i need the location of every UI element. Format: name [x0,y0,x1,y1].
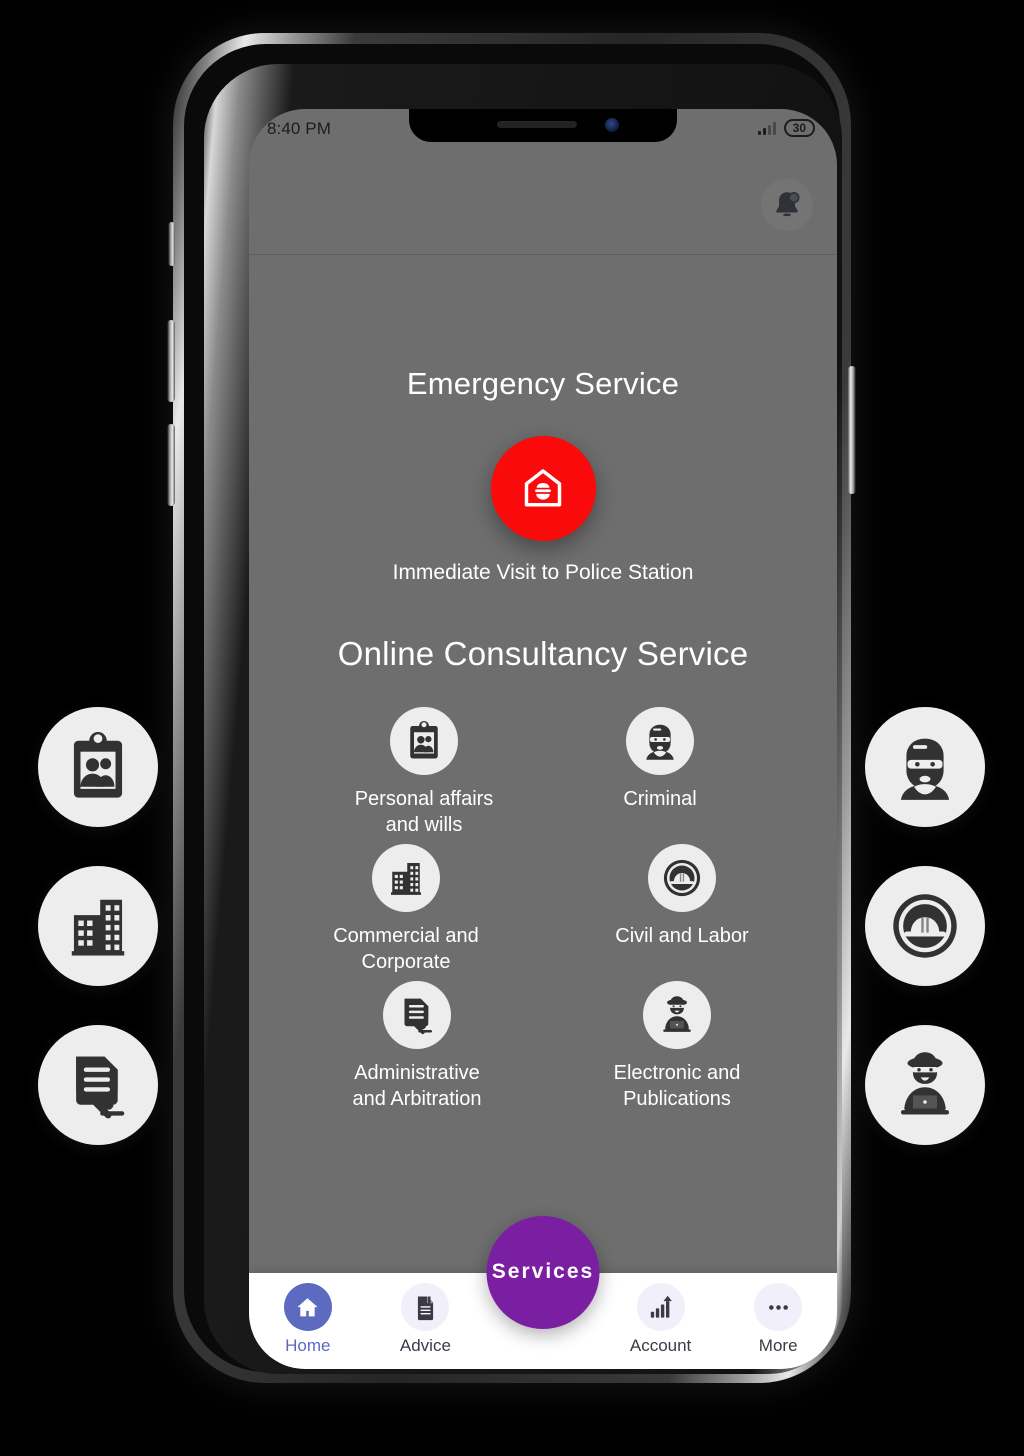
screenshot-stage: 8:40 PM 30 Emergency Service Immediate V… [0,0,1024,1456]
hard-hat-icon [662,858,702,898]
service-item-personal-affairs-and-wills[interactable]: Personal affairs and wills [267,707,543,838]
hacker-laptop-icon [890,1050,960,1120]
service-item-administrative-and-arbitration[interactable]: Administrative and Arbitration [267,981,543,1112]
callout-left-1 [38,707,158,827]
emergency-call-button[interactable] [490,436,596,541]
service-label: Criminal [623,788,697,810]
service-icon-wrapper [626,707,694,775]
phone-notch [409,109,677,142]
service-label: Civil and Labor [615,925,749,948]
service-label: Personal affairs and wills [354,788,494,836]
earpiece-speaker [497,121,577,128]
service-icon-wrapper [390,707,458,775]
service-item-civil-and-labor[interactable]: Civil and Labor [543,844,819,975]
battery-icon: 30 [783,119,815,137]
power-button[interactable] [848,366,856,494]
hard-hat-icon [890,891,960,961]
nav-label: Account [629,1336,692,1355]
bar-chart-arrow-icon [647,1294,674,1321]
notification-button[interactable] [761,178,813,231]
document-gavel-icon [397,995,437,1035]
app-bar [249,155,837,255]
masked-criminal-icon [890,732,960,802]
phone-screen: 8:40 PM 30 Emergency Service Immediate V… [249,109,837,1369]
phone-inner-frame: 8:40 PM 30 Emergency Service Immediate V… [184,44,842,1374]
nav-icon-wrapper [283,1283,332,1331]
service-icon-wrapper [372,844,440,913]
phone-frame: 8:40 PM 30 Emergency Service Immediate V… [173,33,851,1383]
service-item-electronic-and-publications[interactable]: Electronic and Publications [543,981,819,1112]
document-gavel-icon [63,1050,133,1120]
office-buildings-icon [63,891,133,961]
clipboard-people-icon [404,721,444,761]
signal-bars-icon [757,121,776,135]
phone-bezel: 8:40 PM 30 Emergency Service Immediate V… [204,64,842,1374]
service-icon-wrapper [643,981,711,1050]
service-label: Commercial and Corporate [333,925,479,973]
three-dots-icon [765,1294,792,1321]
status-bar-indicators: 30 [757,119,815,137]
document-bookmark-icon [412,1294,439,1321]
main-content: Emergency Service Immediate Visit to Pol… [249,256,837,1369]
callout-left-2 [38,866,158,986]
notification-bell-icon [770,188,804,222]
service-icon-wrapper [383,981,451,1050]
nav-icon-wrapper [636,1283,685,1331]
callout-left-3 [38,1025,158,1145]
volume-up-button[interactable] [167,320,175,402]
emergency-section-title: Emergency Service [406,366,680,401]
consultancy-section-title: Online Consultancy Service [337,635,749,672]
nav-icon-wrapper [401,1283,450,1331]
clipboard-people-icon [63,732,133,802]
service-icon-wrapper [648,844,716,913]
battery-level-label: 30 [792,121,806,135]
police-station-icon [519,465,567,513]
emergency-caption: Immediate Visit to Police Station [392,561,694,584]
service-item-commercial-and-corporate[interactable]: Commercial and Corporate [267,844,543,975]
nav-item-advice[interactable]: Advice [367,1273,485,1356]
service-item-criminal[interactable]: Criminal [543,707,819,838]
emergency-section: Immediate Visit to Police Station [267,436,819,585]
nav-item-account[interactable]: Account [602,1273,720,1356]
home-icon [294,1294,321,1321]
consultancy-grid: Personal affairs and wills Criminal Comm… [267,707,819,1113]
status-bar-clock: 8:40 PM [267,119,332,138]
nav-item-more[interactable]: More [719,1273,837,1356]
hacker-laptop-icon [657,995,697,1035]
nav-label: Advice [399,1336,451,1355]
front-camera-icon [605,118,619,132]
silent-switch-button[interactable] [168,222,175,266]
office-buildings-icon [386,858,426,898]
nav-label: Home [285,1336,331,1355]
nav-icon-wrapper [754,1283,803,1331]
service-label: Electronic and Publications [613,1062,741,1110]
callout-right-2 [865,866,985,986]
nav-label: More [758,1336,798,1355]
service-label: Administrative and Arbitration [352,1062,482,1110]
callout-right-3 [865,1025,985,1145]
nav-item-home[interactable]: Home [249,1273,367,1356]
volume-down-button[interactable] [167,424,175,506]
masked-criminal-icon [640,721,680,761]
services-fab-button[interactable]: Services [486,1216,600,1329]
callout-right-1 [865,707,985,827]
